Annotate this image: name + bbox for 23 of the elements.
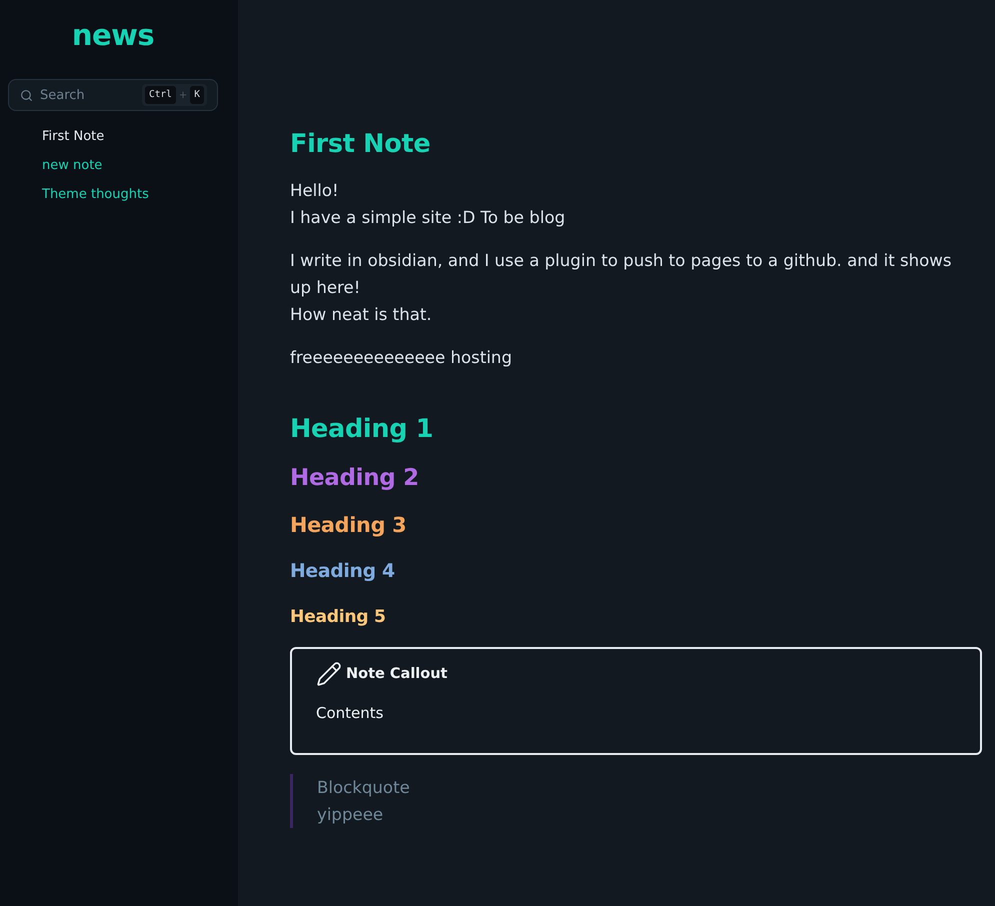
heading: Heading 2: [290, 464, 420, 493]
heading: Heading 3: [290, 512, 408, 539]
heading: Heading 1: [290, 413, 434, 446]
site-title[interactable]: news: [72, 15, 154, 55]
callout-title: Note Callout: [346, 665, 448, 684]
search-placeholder: Search: [40, 88, 86, 102]
paragraph: freeeeeeeeeeeeee hosting: [290, 347, 513, 369]
key-cap: K: [190, 86, 204, 104]
nav-link[interactable]: new note: [42, 156, 102, 175]
nav-link[interactable]: First Note: [42, 127, 104, 146]
heading: Heading 4: [290, 560, 396, 584]
page-title: First Note: [290, 128, 432, 161]
key-cap: Ctrl: [144, 86, 176, 104]
nav-link[interactable]: Theme thoughts: [42, 185, 149, 204]
paragraph: Hello! I have a simple site :D To be blog: [290, 180, 566, 229]
heading: Heading 5: [290, 606, 387, 629]
search-field[interactable]: Search Ctrl + K: [8, 79, 218, 111]
paragraph: I write in obsidian, and I use a plugin to push to pages to a github. and it shows up here! How neat is that.: [290, 250, 953, 326]
blockquote: Blockquote yippeee: [290, 774, 982, 828]
search-icon: [20, 88, 33, 102]
plus-sign: +: [178, 90, 188, 100]
callout-text: Contents: [316, 703, 384, 724]
pencil-icon: [316, 661, 342, 687]
